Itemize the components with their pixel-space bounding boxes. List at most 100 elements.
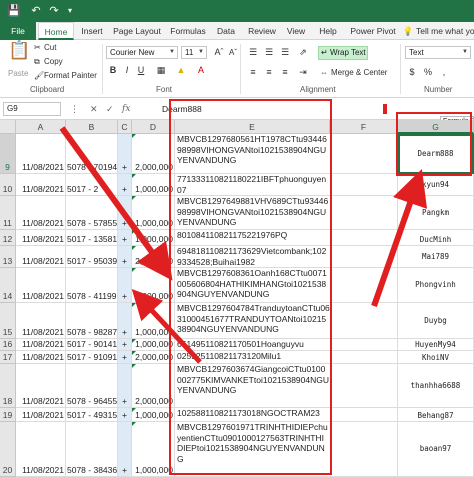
row-header[interactable]: 18 bbox=[0, 364, 16, 408]
amount-cell[interactable]: 1,000,000 bbox=[132, 408, 175, 422]
username-cell[interactable]: Mai789 bbox=[398, 246, 474, 268]
date-cell[interactable]: 11/08/2021 bbox=[16, 174, 66, 196]
amount-cell[interactable]: 1,000,000 bbox=[132, 196, 175, 230]
tell-me-search[interactable]: Tell me what you w bbox=[416, 22, 474, 40]
empty-cell[interactable] bbox=[330, 351, 398, 364]
tab-insert[interactable]: Insert bbox=[76, 22, 108, 40]
amount-cell[interactable]: 2,000,000 bbox=[132, 246, 175, 268]
amount-cell[interactable]: 1,000,000 bbox=[132, 422, 175, 477]
name-box[interactable]: G9 bbox=[3, 102, 61, 116]
sign-cell[interactable]: + bbox=[118, 303, 132, 339]
sign-cell[interactable]: + bbox=[118, 196, 132, 230]
description-cell[interactable]: 694818110821173629Vietcombank;1029334528… bbox=[175, 246, 330, 268]
code-cell[interactable]: 5017 - 90141 bbox=[66, 339, 118, 351]
empty-cell[interactable] bbox=[330, 364, 398, 408]
empty-cell[interactable] bbox=[330, 303, 398, 339]
description-cell[interactable]: MBVCB1297603674GiangcoiCTtu0100002775KIM… bbox=[175, 364, 330, 408]
comma-icon[interactable]: , bbox=[437, 66, 451, 79]
sign-cell[interactable]: + bbox=[118, 230, 132, 246]
username-cell[interactable]: Dearm888 bbox=[398, 134, 474, 174]
enter-icon[interactable]: ✓ bbox=[106, 102, 114, 116]
empty-cell[interactable] bbox=[330, 246, 398, 268]
percent-icon[interactable]: % bbox=[421, 66, 435, 79]
sign-cell[interactable]: + bbox=[118, 422, 132, 477]
row-header[interactable]: 12 bbox=[0, 230, 16, 246]
number-format-combo[interactable]: Text ▼ bbox=[405, 46, 471, 59]
description-cell[interactable]: 771333110821180221IBFTphuonguyen07 bbox=[175, 174, 330, 196]
date-cell[interactable]: 11/08/2021 bbox=[16, 303, 66, 339]
username-cell[interactable]: Behang87 bbox=[398, 408, 474, 422]
decrease-font-icon[interactable]: Aˇ bbox=[226, 46, 240, 59]
indent-icon[interactable]: ⇥ bbox=[296, 66, 310, 79]
tab-power-pivot[interactable]: Power Pivot bbox=[348, 22, 398, 40]
description-cell[interactable]: 025925110821173120Milu1 bbox=[175, 351, 330, 364]
date-cell[interactable]: 11/08/2021 bbox=[16, 196, 66, 230]
empty-cell[interactable] bbox=[330, 422, 398, 477]
font-color-icon[interactable]: A bbox=[194, 64, 208, 77]
wrap-text-button[interactable]: ↵ Wrap Text bbox=[318, 46, 368, 60]
align-left-icon[interactable]: ≡ bbox=[246, 66, 260, 79]
amount-cell[interactable]: 1,000,000 bbox=[132, 339, 175, 351]
cancel-icon[interactable]: ✕ bbox=[90, 102, 98, 116]
tab-formulas[interactable]: Formulas bbox=[166, 22, 210, 40]
column-header-g[interactable]: G bbox=[398, 120, 474, 134]
tab-view[interactable]: View bbox=[282, 22, 310, 40]
italic-button[interactable]: I bbox=[120, 64, 134, 77]
align-right-icon[interactable]: ≡ bbox=[278, 66, 292, 79]
date-cell[interactable]: 11/08/2021 bbox=[16, 134, 66, 174]
empty-cell[interactable] bbox=[330, 134, 398, 174]
select-all-corner[interactable] bbox=[0, 120, 16, 134]
align-top-icon[interactable]: ☰ bbox=[246, 46, 260, 59]
undo-icon[interactable]: ↶ bbox=[28, 3, 44, 19]
amount-cell[interactable]: 2,000,000 bbox=[132, 364, 175, 408]
description-cell[interactable]: 801084110821175221976PQ bbox=[175, 230, 330, 246]
tab-help[interactable]: Help bbox=[314, 22, 342, 40]
tab-data[interactable]: Data bbox=[212, 22, 240, 40]
date-cell[interactable]: 11/08/2021 bbox=[16, 364, 66, 408]
empty-cell[interactable] bbox=[330, 196, 398, 230]
username-cell[interactable]: Duybg bbox=[398, 303, 474, 339]
sign-cell[interactable]: + bbox=[118, 246, 132, 268]
amount-cell[interactable]: 1,000,000 bbox=[132, 174, 175, 196]
format-painter-icon[interactable]: 🖌 bbox=[34, 70, 44, 82]
row-header[interactable]: 20 bbox=[0, 422, 16, 477]
currency-icon[interactable]: $ bbox=[405, 66, 419, 79]
column-header-c[interactable]: C bbox=[118, 120, 132, 134]
code-cell[interactable]: 5078 - 41199 bbox=[66, 268, 118, 303]
column-header-a[interactable]: A bbox=[16, 120, 66, 134]
row-header[interactable]: 17 bbox=[0, 351, 16, 364]
amount-cell[interactable]: 1,000,000 bbox=[132, 268, 175, 303]
date-cell[interactable]: 11/08/2021 bbox=[16, 339, 66, 351]
row-header[interactable]: 10 bbox=[0, 174, 16, 196]
sign-cell[interactable]: + bbox=[118, 364, 132, 408]
code-cell[interactable]: 5017 - 2 bbox=[66, 174, 118, 196]
sign-cell[interactable]: + bbox=[118, 408, 132, 422]
description-cell[interactable]: 102588110821173018NGOCTRAM23 bbox=[175, 408, 330, 422]
align-middle-icon[interactable]: ☰ bbox=[262, 46, 276, 59]
username-cell[interactable]: kyun94 bbox=[398, 174, 474, 196]
empty-cell[interactable] bbox=[330, 408, 398, 422]
description-cell[interactable]: MBVCB1297604784TranduytoanCTtu0631000451… bbox=[175, 303, 330, 339]
amount-cell[interactable]: 1,000,000 bbox=[132, 303, 175, 339]
date-cell[interactable]: 11/08/2021 bbox=[16, 230, 66, 246]
date-cell[interactable]: 11/08/2021 bbox=[16, 422, 66, 477]
paste-label[interactable]: Paste bbox=[8, 68, 28, 80]
sign-cell[interactable]: + bbox=[118, 134, 132, 174]
username-cell[interactable]: thanhha6688 bbox=[398, 364, 474, 408]
sign-cell[interactable]: + bbox=[118, 351, 132, 364]
date-cell[interactable]: 11/08/2021 bbox=[16, 268, 66, 303]
code-cell[interactable]: 5078 - 57855 bbox=[66, 196, 118, 230]
username-cell[interactable]: HuyenMy94 bbox=[398, 339, 474, 351]
row-header[interactable]: 9 bbox=[0, 134, 16, 174]
underline-button[interactable]: U bbox=[134, 64, 148, 77]
description-cell[interactable]: MBVCB1297608361Oanh168CTtu0071005606804H… bbox=[175, 268, 330, 303]
column-header-f[interactable]: F bbox=[330, 120, 398, 134]
borders-icon[interactable]: ▦ bbox=[154, 64, 168, 77]
redo-icon[interactable]: ↷ bbox=[46, 3, 62, 19]
align-center-icon[interactable]: ≡ bbox=[262, 66, 276, 79]
code-cell[interactable]: 5078 - 98287 bbox=[66, 303, 118, 339]
code-cell[interactable]: 5017 - 13581 bbox=[66, 230, 118, 246]
description-cell[interactable]: MBVCB1297680561HT1978CTtu9344698998VIHON… bbox=[175, 134, 330, 174]
code-cell[interactable]: 5017 - 95039 bbox=[66, 246, 118, 268]
amount-cell[interactable]: 2,000,000 bbox=[132, 351, 175, 364]
